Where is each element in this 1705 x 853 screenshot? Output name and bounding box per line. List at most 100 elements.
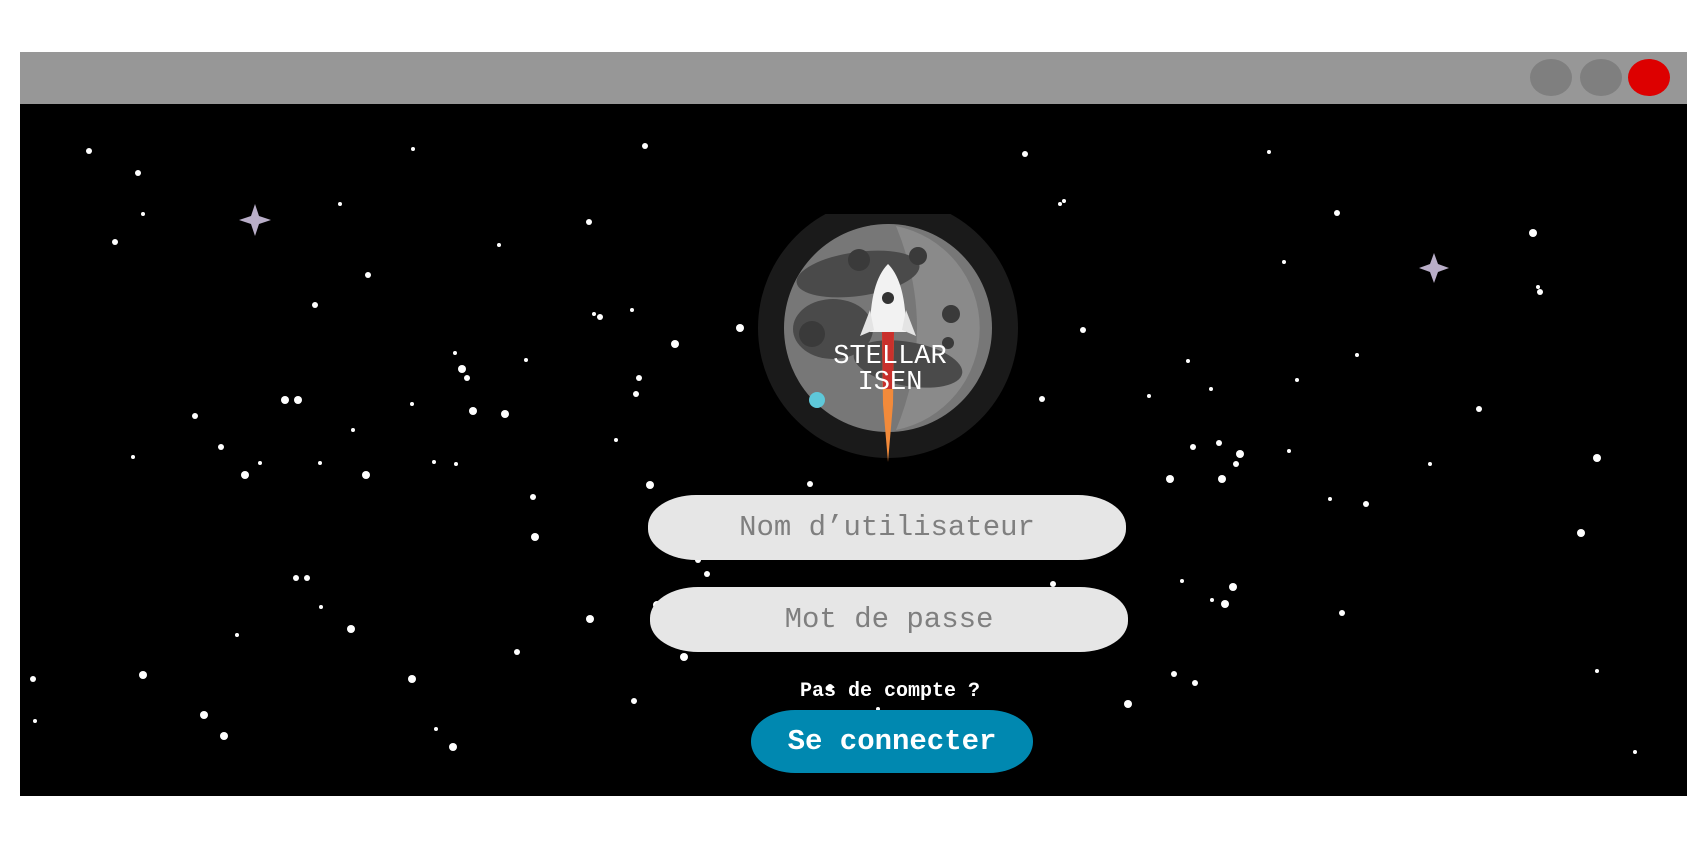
star-dot bbox=[1216, 440, 1222, 446]
star-dot bbox=[736, 324, 744, 332]
star-dot bbox=[318, 461, 322, 465]
star-dot bbox=[501, 410, 509, 418]
star-dot bbox=[1593, 454, 1601, 462]
star-dot bbox=[458, 365, 466, 373]
star-dot bbox=[680, 653, 688, 661]
star-dot bbox=[312, 302, 318, 308]
maximize-button[interactable] bbox=[1580, 59, 1622, 96]
star-dot bbox=[1229, 583, 1237, 591]
star-dot bbox=[112, 239, 118, 245]
star-dot bbox=[497, 243, 501, 247]
star-dot bbox=[1147, 394, 1151, 398]
star-dot bbox=[524, 358, 528, 362]
star-dot bbox=[434, 727, 438, 731]
star-dot bbox=[347, 625, 355, 633]
login-button[interactable]: Se connecter bbox=[751, 710, 1033, 773]
star-dot bbox=[1209, 387, 1213, 391]
star-dot bbox=[1537, 289, 1543, 295]
star-dot bbox=[30, 676, 36, 682]
star-dot bbox=[1180, 579, 1184, 583]
star-dot bbox=[1233, 461, 1239, 467]
star-dot bbox=[464, 375, 470, 381]
star-dot bbox=[642, 143, 648, 149]
star-dot bbox=[1190, 444, 1196, 450]
star-dot bbox=[131, 455, 135, 459]
star-dot bbox=[636, 375, 642, 381]
star-dot bbox=[319, 605, 323, 609]
star-dot bbox=[1595, 669, 1599, 673]
star-dot bbox=[33, 719, 37, 723]
star-dot bbox=[141, 212, 145, 216]
star-dot bbox=[294, 396, 302, 404]
app-window: STELLAR ISEN Pas de compte ? Se connecte… bbox=[20, 52, 1687, 796]
password-input[interactable] bbox=[650, 587, 1128, 652]
star-dot bbox=[1039, 396, 1045, 402]
star-dot bbox=[1529, 229, 1537, 237]
star-dot bbox=[1536, 285, 1540, 289]
star-dot bbox=[1062, 199, 1066, 203]
star-dot bbox=[135, 170, 141, 176]
star-dot bbox=[139, 671, 147, 679]
star-dot bbox=[1267, 150, 1271, 154]
star-dot bbox=[1476, 406, 1482, 412]
star-dot bbox=[86, 148, 92, 154]
star-dot bbox=[1171, 671, 1177, 677]
star-dot bbox=[454, 462, 458, 466]
star-dot bbox=[351, 428, 355, 432]
star-dot bbox=[586, 615, 594, 623]
star-dot bbox=[1287, 449, 1291, 453]
star-dot bbox=[281, 396, 289, 404]
star-dot bbox=[469, 407, 477, 415]
username-input[interactable] bbox=[648, 495, 1126, 560]
star-dot bbox=[235, 633, 239, 637]
star-dot bbox=[1633, 750, 1637, 754]
space-background: STELLAR ISEN Pas de compte ? Se connecte… bbox=[20, 104, 1687, 796]
star-dot bbox=[704, 571, 710, 577]
star-dot bbox=[449, 743, 457, 751]
star-dot bbox=[630, 308, 634, 312]
star-dot bbox=[597, 314, 603, 320]
star-dot bbox=[1577, 529, 1585, 537]
star-dot bbox=[408, 675, 416, 683]
star-dot bbox=[410, 402, 414, 406]
star-dot bbox=[1355, 353, 1359, 357]
no-account-link[interactable]: Pas de compte ? bbox=[720, 680, 1060, 703]
star-dot bbox=[1221, 600, 1229, 608]
star-dot bbox=[218, 444, 224, 450]
star-dot bbox=[1363, 501, 1369, 507]
star-dot bbox=[1428, 462, 1432, 466]
star-dot bbox=[1058, 202, 1062, 206]
star-dot bbox=[1339, 610, 1345, 616]
star-dot bbox=[1334, 210, 1340, 216]
star-dot bbox=[671, 340, 679, 348]
minimize-button[interactable] bbox=[1530, 59, 1572, 96]
star-dot bbox=[1166, 475, 1174, 483]
star-dot bbox=[200, 711, 208, 719]
close-button[interactable] bbox=[1628, 59, 1670, 96]
star-dot bbox=[1210, 598, 1214, 602]
star-dot bbox=[1328, 497, 1332, 501]
star-dot bbox=[530, 494, 536, 500]
star-dot bbox=[592, 312, 596, 316]
logo-title-line2: ISEN bbox=[857, 368, 923, 398]
logo-title-line1: STELLAR bbox=[833, 342, 947, 372]
star-dot bbox=[411, 147, 415, 151]
star-dot bbox=[453, 351, 457, 355]
star-dot bbox=[1124, 700, 1132, 708]
star-dot bbox=[338, 202, 342, 206]
star-dot bbox=[633, 391, 639, 397]
star-dot bbox=[586, 219, 592, 225]
star-dot bbox=[1080, 327, 1086, 333]
star-dot bbox=[1022, 151, 1028, 157]
star-dot bbox=[362, 471, 370, 479]
star-dot bbox=[432, 460, 436, 464]
title-bar[interactable] bbox=[20, 52, 1687, 104]
star-dot bbox=[192, 413, 198, 419]
star-dot bbox=[365, 272, 371, 278]
star-dot bbox=[1282, 260, 1286, 264]
star-dot bbox=[1295, 378, 1299, 382]
star-dot bbox=[646, 481, 654, 489]
star-dot bbox=[631, 698, 637, 704]
star-dot bbox=[614, 438, 618, 442]
star-dot bbox=[514, 649, 520, 655]
